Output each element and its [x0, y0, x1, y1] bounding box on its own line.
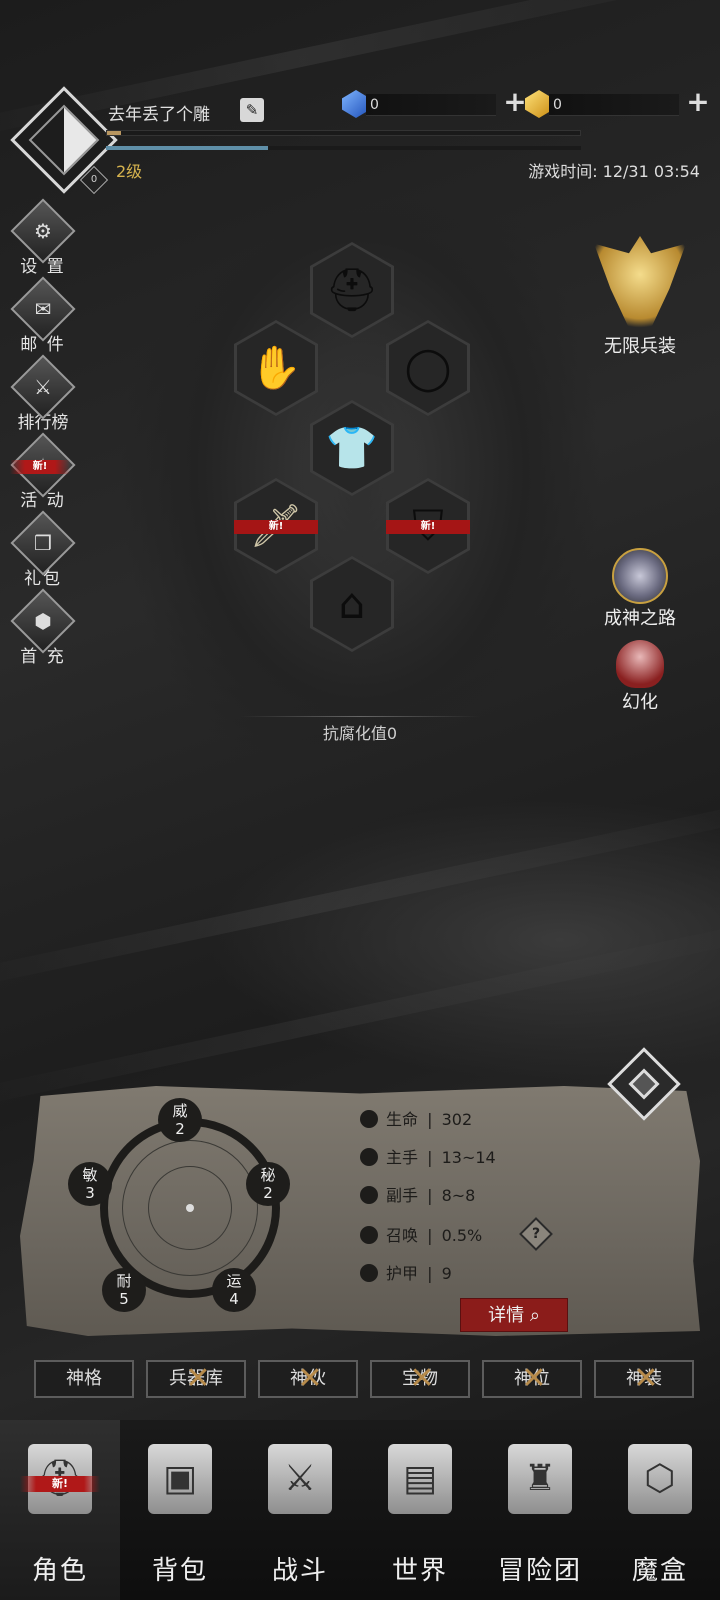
tab-god-position[interactable]: 神位 ✕: [482, 1360, 582, 1398]
nav-label: 角色: [31, 1556, 88, 1586]
nav-adventure-group[interactable]: ♜ 冒险团: [480, 1420, 600, 1600]
attr-mi[interactable]: 秘2: [246, 1162, 290, 1206]
tab-god-gear[interactable]: 神装 ✕: [594, 1360, 694, 1398]
tab-label: 神格: [66, 1368, 102, 1389]
detail-label: 详情: [488, 1305, 525, 1326]
attr-mi-value: 2: [263, 1184, 273, 1202]
heart-icon: [360, 1110, 378, 1128]
winged-sword-icon: [594, 236, 686, 332]
backpack-icon: ▣: [148, 1444, 212, 1514]
tab-treasure[interactable]: 宝物 ✕: [370, 1360, 470, 1398]
tab-shenge[interactable]: 神格: [34, 1360, 134, 1398]
stat-main-hand: 主手 | 13~14: [360, 1146, 496, 1170]
attr-wei-value: 2: [175, 1120, 185, 1138]
nav-character[interactable]: ⛑ 新! 角色: [0, 1420, 120, 1600]
detail-button[interactable]: 详情 ⌕: [460, 1298, 568, 1332]
new-tag: 新!: [20, 1476, 100, 1492]
stat-summon: 召唤 | 0.5%: [360, 1224, 482, 1248]
stat-armor: 护甲 | 9: [360, 1262, 452, 1286]
nav-world[interactable]: ▤ 世界: [360, 1420, 480, 1600]
sword-shield-icon: ⚔: [268, 1444, 332, 1514]
new-tag: 新!: [10, 460, 70, 474]
tab-companion[interactable]: 神伙 ✕: [258, 1360, 358, 1398]
off-hand-icon: [360, 1186, 378, 1204]
map-scroll-icon: ▤: [388, 1444, 452, 1514]
nav-label: 魔盒: [631, 1556, 688, 1586]
nav-label: 世界: [391, 1556, 448, 1586]
menu-gift[interactable]: ❒ 礼包: [8, 510, 78, 589]
lock-icon: ✕: [521, 1361, 547, 1396]
infinite-weapon-label: 无限兵装: [604, 336, 676, 357]
attr-mi-name: 秘: [260, 1166, 276, 1184]
nav-backpack[interactable]: ▣ 背包: [120, 1420, 240, 1600]
attr-min-name: 敏: [82, 1166, 98, 1184]
menu-mail[interactable]: ✉ 邮 件: [8, 276, 78, 355]
attr-nai-name: 耐: [116, 1272, 132, 1290]
stat-hp: 生命 | 302: [360, 1108, 472, 1132]
new-tag: 新!: [386, 520, 470, 534]
help-mark: ?: [531, 1226, 541, 1242]
attr-wei[interactable]: 威2: [158, 1098, 202, 1142]
blue-currency: 0 +: [342, 88, 532, 118]
magnifier-icon: ⌕: [529, 1305, 540, 1326]
menu-first-charge[interactable]: ⬢ 首 充: [8, 588, 78, 667]
xp-bar: [106, 130, 581, 136]
attr-wei-name: 威: [172, 1102, 188, 1120]
attr-nai[interactable]: 耐5: [102, 1268, 146, 1312]
stat-off-hand: 副手 | 8~8: [360, 1184, 475, 1208]
illusion-button[interactable]: 幻化: [600, 640, 680, 714]
xp-bar-fill: [107, 131, 122, 135]
gold-currency-amount: 0: [549, 94, 679, 116]
level-badge-value: 0: [90, 174, 98, 185]
gold-currency-add-button[interactable]: +: [685, 88, 711, 116]
menu-ranking[interactable]: ⚔ 排行榜: [8, 354, 78, 433]
godpath-icon: [612, 548, 668, 604]
tab-armory[interactable]: 兵器库 ✕: [146, 1360, 246, 1398]
infinite-weapon-button[interactable]: 无限兵装: [590, 236, 690, 358]
nav-label: 冒险团: [497, 1556, 582, 1586]
attr-min-value: 3: [85, 1184, 95, 1202]
magic-box-icon: ⬡: [628, 1444, 692, 1514]
nav-label: 战斗: [271, 1556, 328, 1586]
lock-icon: ✕: [297, 1361, 323, 1396]
illusion-mask-icon: [616, 640, 664, 688]
menu-settings[interactable]: ⚙ 设 置: [8, 198, 78, 277]
blue-currency-amount: 0: [366, 94, 496, 116]
secondary-bar: [106, 146, 581, 150]
attr-yun-value: 4: [229, 1290, 239, 1308]
avatar-emblem-icon: [28, 104, 100, 176]
nav-battle[interactable]: ⚔ 战斗: [240, 1420, 360, 1600]
lock-icon: ✕: [409, 1361, 435, 1396]
player-level: 2级: [116, 162, 143, 181]
menu-event[interactable]: ✦ 新! 活 动: [8, 432, 78, 511]
summon-icon: [360, 1226, 378, 1244]
armor-icon: 👕: [313, 403, 391, 493]
lock-icon: ✕: [185, 1361, 211, 1396]
player-name: 去年丢了个雕: [108, 105, 210, 125]
attr-nai-value: 5: [119, 1290, 129, 1308]
corruption-resistance: 抗腐化值0: [240, 716, 480, 744]
edit-icon[interactable]: ✎: [240, 98, 264, 122]
helmet-icon: ⛑: [313, 245, 391, 335]
boots-icon: ⌂: [313, 559, 391, 649]
illusion-label: 幻化: [622, 692, 658, 713]
attr-min[interactable]: 敏3: [68, 1162, 112, 1206]
castle-icon: ♜: [508, 1444, 572, 1514]
new-tag: 新!: [234, 520, 318, 534]
attr-yun-name: 运: [226, 1272, 242, 1290]
main-hand-icon: [360, 1148, 378, 1166]
wheel-center: [186, 1204, 194, 1212]
gloves-icon: ✋: [237, 323, 315, 413]
godpath-button[interactable]: 成神之路: [588, 548, 692, 630]
secondary-bar-fill: [106, 146, 268, 150]
ring-icon: ◯: [389, 323, 467, 413]
lock-icon: ✕: [633, 1361, 659, 1396]
armor-stat-icon: [360, 1264, 378, 1282]
nav-magic-box[interactable]: ⬡ 魔盒: [600, 1420, 720, 1600]
attr-yun[interactable]: 运4: [212, 1268, 256, 1312]
game-time: 游戏时间: 12/31 03:54: [528, 162, 700, 181]
nav-label: 背包: [151, 1556, 208, 1586]
gold-currency: 0 +: [525, 88, 715, 118]
godpath-label: 成神之路: [604, 608, 676, 629]
